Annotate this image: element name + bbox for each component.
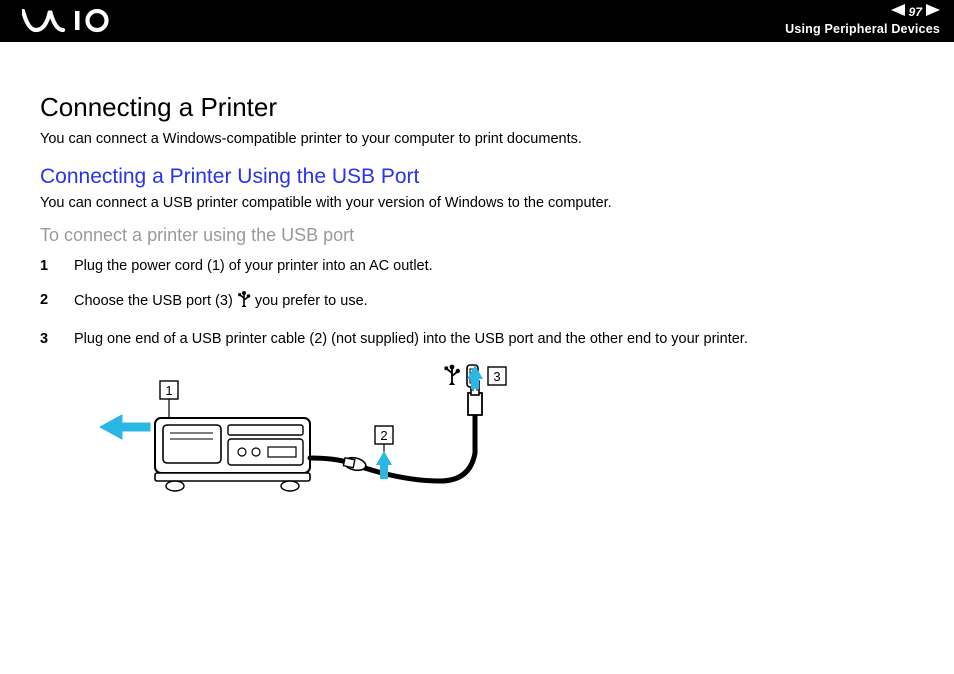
- step-3: Plug one end of a USB printer cable (2) …: [40, 329, 914, 349]
- page-number: 97: [909, 5, 922, 21]
- vaio-logo: [22, 8, 118, 39]
- callout-3-label: 3: [493, 369, 500, 384]
- page-navigation: 97: [785, 4, 940, 21]
- next-page-arrow[interactable]: [926, 4, 940, 21]
- header-bar: 97 Using Peripheral Devices: [0, 0, 954, 42]
- section-label: Using Peripheral Devices: [785, 21, 940, 37]
- page-title: Connecting a Printer: [40, 92, 914, 123]
- header-right: 97 Using Peripheral Devices: [785, 4, 940, 37]
- step-1: Plug the power cord (1) of your printer …: [40, 256, 914, 276]
- step-2-text-post: you prefer to use.: [251, 293, 368, 309]
- prev-page-arrow[interactable]: [891, 4, 905, 21]
- sub-heading: Connecting a Printer Using the USB Port: [40, 165, 914, 189]
- usb-icon: [237, 290, 251, 314]
- page-content: Connecting a Printer You can connect a W…: [0, 42, 954, 548]
- usb-symbol-icon: [445, 364, 461, 384]
- callout-2-label: 2: [380, 428, 387, 443]
- printer-icon: [155, 418, 310, 491]
- step-2: Choose the USB port (3) you prefer to us…: [40, 290, 914, 314]
- intro-text: You can connect a Windows-compatible pri…: [40, 131, 914, 147]
- step-list: Plug the power cord (1) of your printer …: [40, 256, 914, 349]
- connection-diagram: 1: [100, 363, 914, 518]
- sub-intro-text: You can connect a USB printer compatible…: [40, 195, 914, 211]
- callout-1-label: 1: [165, 383, 172, 398]
- step-2-text-pre: Choose the USB port (3): [74, 293, 237, 309]
- procedure-heading: To connect a printer using the USB port: [40, 225, 914, 246]
